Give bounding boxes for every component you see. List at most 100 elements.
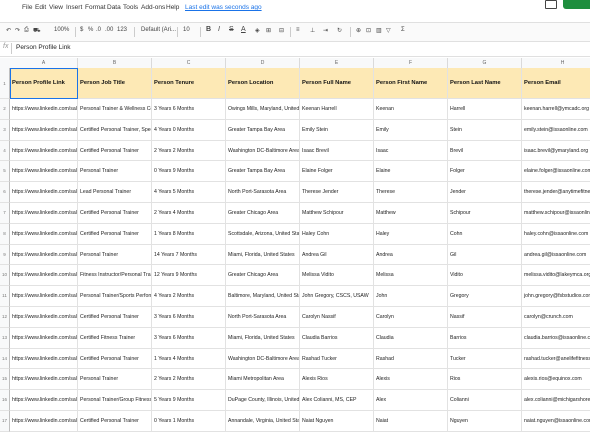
table-cell[interactable]: Keenan xyxy=(374,99,448,120)
text-color-button[interactable]: A xyxy=(241,26,246,33)
table-cell[interactable]: https://www.linkedin.com/sales/ xyxy=(10,390,78,411)
table-cell[interactable]: Schipour xyxy=(448,203,522,224)
table-cell[interactable]: Greater Chicago Area xyxy=(226,265,300,287)
table-cell[interactable]: North Port-Sarasota Area xyxy=(226,307,300,328)
table-cell[interactable]: Haley xyxy=(374,223,448,245)
table-cell[interactable]: keenan.harrell@ymcadc.org xyxy=(522,99,590,120)
table-cell[interactable]: Certified Personal Trainer xyxy=(78,140,152,162)
table-cell[interactable]: Therese xyxy=(374,182,448,203)
header-cell[interactable]: Person First Name xyxy=(374,68,448,99)
column-header-h[interactable]: H xyxy=(522,58,590,68)
menu-edit[interactable]: Edit xyxy=(35,4,46,11)
table-cell[interactable]: Rios xyxy=(448,369,522,391)
table-cell[interactable]: 2 Years 2 Months xyxy=(152,140,226,162)
table-cell[interactable]: Alex xyxy=(374,390,448,411)
table-cell[interactable]: John Gregory, CSCS, USAW xyxy=(300,286,374,307)
decrease-decimal-button[interactable]: .0 xyxy=(96,27,101,33)
column-header-a[interactable]: A xyxy=(10,58,78,68)
table-cell[interactable]: john.gregory@fsbstudios.com xyxy=(522,286,590,307)
comment-history-icon[interactable] xyxy=(545,0,557,9)
table-cell[interactable]: 3 Years 6 Months xyxy=(152,327,226,349)
row-number[interactable]: 14 xyxy=(0,348,10,370)
table-cell[interactable]: https://www.linkedin.com/sales/ xyxy=(10,411,78,432)
increase-decimal-button[interactable]: .00 xyxy=(105,27,113,33)
insert-link-icon[interactable]: ⊕ xyxy=(356,27,361,34)
table-cell[interactable]: Baltimore, Maryland, United State xyxy=(226,286,300,307)
table-cell[interactable]: andrea.gil@issaonline.com xyxy=(522,245,590,266)
table-cell[interactable]: Tucker xyxy=(448,348,522,370)
header-cell[interactable]: Person Full Name xyxy=(300,68,374,99)
table-cell[interactable]: Certified Personal Trainer, Speci xyxy=(78,119,152,141)
table-cell[interactable]: North Port-Sarasota Area xyxy=(226,182,300,203)
table-cell[interactable]: Cohn xyxy=(448,223,522,245)
print-icon[interactable]: ⎙ xyxy=(24,27,29,34)
header-cell[interactable]: Person Email xyxy=(522,68,590,99)
row-number[interactable]: 7 xyxy=(0,203,10,224)
table-cell[interactable]: Certified Personal Trainer xyxy=(78,411,152,432)
table-cell[interactable]: 0 Years 1 Months xyxy=(152,411,226,432)
column-header-c[interactable]: C xyxy=(152,58,226,68)
table-cell[interactable]: Keenan Harrell xyxy=(300,99,374,120)
table-cell[interactable]: 3 Years 6 Months xyxy=(152,99,226,120)
undo-icon[interactable]: ↶ xyxy=(6,27,11,34)
currency-format-button[interactable]: $ xyxy=(80,27,83,33)
last-edit-link[interactable]: Last edit was seconds ago xyxy=(185,4,262,11)
table-cell[interactable]: melissa.vidito@lakeymca.org xyxy=(522,265,590,287)
table-cell[interactable]: Greater Chicago Area xyxy=(226,203,300,224)
italic-button[interactable]: I xyxy=(218,26,220,33)
header-cell[interactable]: Person Profile Link xyxy=(10,68,78,99)
table-cell[interactable]: Washington DC-Baltimore Area xyxy=(226,348,300,370)
percent-format-button[interactable]: % xyxy=(88,27,93,33)
table-cell[interactable]: https://www.linkedin.com/sales/ xyxy=(10,307,78,328)
table-cell[interactable]: Melissa Vidito xyxy=(300,265,374,287)
table-cell[interactable]: isaac.brevil@ymaryland.org xyxy=(522,141,590,162)
header-cell[interactable]: Person Location xyxy=(226,68,300,99)
table-cell[interactable]: Greater Tampa Bay Area xyxy=(226,161,300,183)
table-cell[interactable]: 12 Years 9 Months xyxy=(152,265,226,287)
menu-view[interactable]: View xyxy=(49,4,63,11)
column-header-g[interactable]: G xyxy=(448,58,522,68)
insert-chart-icon[interactable]: ▥ xyxy=(376,27,382,34)
table-cell[interactable]: claudia.barrios@issaonline.com xyxy=(522,328,590,349)
table-cell[interactable]: Greater Tampa Bay Area xyxy=(226,119,300,141)
table-cell[interactable]: https://www.linkedin.com/sales/ xyxy=(10,327,78,349)
table-cell[interactable]: Certified Personal Trainer xyxy=(78,307,152,328)
row-number[interactable]: 16 xyxy=(0,390,10,411)
row-number[interactable]: 9 xyxy=(0,244,10,266)
table-cell[interactable]: 2 Years 2 Months xyxy=(152,369,226,391)
table-cell[interactable]: Melissa xyxy=(374,265,448,287)
table-cell[interactable]: Naiat xyxy=(374,411,448,432)
table-cell[interactable]: Matthew Schipour xyxy=(300,203,374,224)
menu-data[interactable]: Data xyxy=(107,4,121,11)
table-cell[interactable]: https://www.linkedin.com/sales/ xyxy=(10,286,78,307)
row-number[interactable]: 5 xyxy=(0,161,10,183)
table-cell[interactable]: Isaac Brevil xyxy=(300,140,374,162)
header-cell[interactable]: Person Last Name xyxy=(448,68,522,99)
horizontal-align-icon[interactable]: ≡ xyxy=(296,27,300,33)
table-cell[interactable]: Harrell xyxy=(448,99,522,120)
table-cell[interactable]: elaine.folger@issaonline.com xyxy=(522,161,590,183)
table-cell[interactable]: Vidito xyxy=(448,265,522,287)
functions-icon[interactable]: Σ xyxy=(401,27,405,33)
row-number[interactable]: 3 xyxy=(0,119,10,141)
font-family-select[interactable]: Default (Ari... xyxy=(141,27,176,33)
row-number[interactable]: 4 xyxy=(0,140,10,162)
table-cell[interactable]: https://www.linkedin.com/sales/ xyxy=(10,119,78,141)
table-cell[interactable]: Barrios xyxy=(448,327,522,349)
table-cell[interactable]: Rashad Tucker xyxy=(300,348,374,370)
row-number[interactable]: 2 xyxy=(0,99,10,120)
fill-color-icon[interactable]: ◈ xyxy=(255,27,260,34)
table-cell[interactable]: carolyn@crunch.com xyxy=(522,307,590,328)
row-number[interactable]: 15 xyxy=(0,369,10,391)
row-number[interactable]: 11 xyxy=(0,286,10,307)
table-cell[interactable]: Personal Trainer xyxy=(78,369,152,391)
table-cell[interactable]: alexis.rios@equinox.com xyxy=(522,369,590,391)
strikethrough-button[interactable]: S xyxy=(229,26,234,33)
table-cell[interactable]: Certified Personal Trainer xyxy=(78,348,152,370)
menu-format[interactable]: Format xyxy=(85,4,106,11)
menu-tools[interactable]: Tools xyxy=(123,4,138,11)
table-cell[interactable]: Matthew xyxy=(374,203,448,224)
bold-button[interactable]: B xyxy=(206,26,211,33)
table-cell[interactable]: Personal Trainer xyxy=(78,244,152,266)
table-cell[interactable]: Miami, Florida, United States xyxy=(226,244,300,266)
